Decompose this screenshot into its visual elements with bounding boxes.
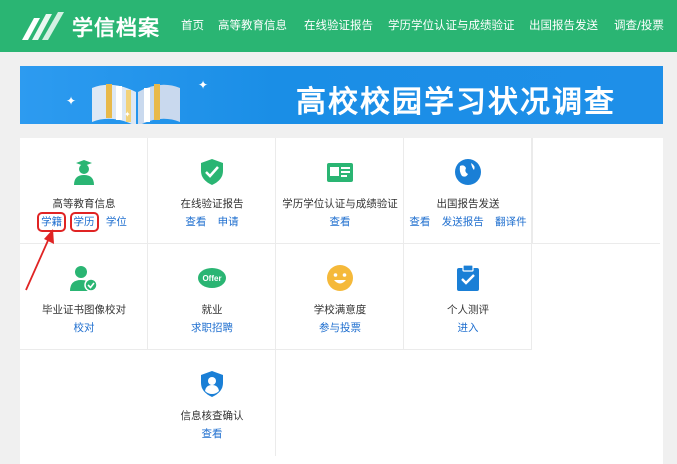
nav-abroad-report[interactable]: 出国报告发送 — [529, 17, 598, 33]
card-links: 求职招聘 — [148, 320, 276, 335]
link-degree[interactable]: 学位 — [106, 216, 127, 228]
card-links: 校对 — [20, 320, 148, 335]
card-links: 查看 — [276, 214, 404, 229]
link-apply[interactable]: 申请 — [218, 216, 239, 228]
card-abroad-report: 出国报告发送 查看 发送报告 翻译件 — [404, 138, 532, 244]
link-student-status[interactable]: 学籍 — [37, 212, 67, 232]
nav-home[interactable]: 首页 — [181, 17, 204, 33]
link-view[interactable]: 查看 — [330, 216, 351, 228]
globe-icon — [454, 159, 481, 185]
card-links: 进入 — [404, 320, 532, 335]
link-job-search[interactable]: 求职招聘 — [191, 322, 233, 334]
card-employment: Offer 就业 求职招聘 — [148, 244, 276, 350]
card-links: 查看 申请 — [148, 214, 276, 229]
card-links: 查看 发送报告 翻译件 — [404, 214, 532, 229]
survey-banner[interactable]: ✦ ✦ ✦ 高校校园学习状况调查 — [20, 66, 663, 124]
card-online-report: 在线验证报告 查看 申请 — [148, 138, 276, 244]
nav-higher-education[interactable]: 高等教育信息 — [218, 17, 287, 33]
top-header: 学信档案 首页 高等教育信息 在线验证报告 学历学位认证与成绩验证 出国报告发送… — [0, 0, 677, 52]
card-title: 毕业证书图像校对 — [42, 304, 126, 316]
link-proofread[interactable]: 校对 — [74, 322, 95, 334]
card-personal-assessment: 个人测评 进入 — [404, 244, 532, 350]
annotation-arrow-icon — [25, 229, 54, 291]
card-links: 学籍 学历 学位 — [20, 212, 148, 232]
service-grid: 高等教育信息 学籍 学历 学位 在线验证报告 查看 申请 学历学位认证与成绩验证… — [20, 138, 663, 464]
link-send-report[interactable]: 发送报告 — [442, 216, 484, 228]
card-title: 就业 — [201, 304, 223, 316]
banner-title: 高校校园学习状况调查 — [296, 85, 616, 120]
svg-text:Offer: Offer — [202, 274, 221, 283]
offer-icon: Offer — [197, 268, 226, 288]
smile-icon — [326, 265, 353, 291]
logo-icon — [22, 12, 64, 40]
sparkle-icon: ✦ — [198, 78, 209, 92]
card-title: 个人测评 — [447, 304, 489, 316]
card-title: 学校满意度 — [313, 304, 367, 316]
link-view[interactable]: 查看 — [185, 216, 206, 228]
sparkle-icon: ✦ — [124, 110, 131, 119]
card-info-verification: 信息核查确认 查看 — [148, 350, 276, 456]
user-check-icon — [69, 266, 98, 292]
card-links: 参与投票 — [276, 320, 404, 335]
sparkle-icon: ✦ — [66, 94, 77, 108]
card-title: 信息核查确认 — [180, 410, 244, 422]
user-shield-icon — [200, 371, 223, 397]
card-title: 在线验证报告 — [180, 198, 244, 210]
nav-certification[interactable]: 学历学位认证与成绩验证 — [388, 17, 515, 33]
card-certification: 学历学位认证与成绩验证 查看 — [276, 138, 404, 244]
link-view[interactable]: 查看 — [409, 216, 430, 228]
link-translation[interactable]: 翻译件 — [495, 216, 527, 228]
brand-title: 学信档案 — [72, 16, 160, 40]
nav-online-report[interactable]: 在线验证报告 — [304, 17, 373, 33]
card-title: 学历学位认证与成绩验证 — [282, 198, 398, 210]
card-links: 查看 — [148, 426, 276, 441]
id-card-icon — [326, 163, 353, 182]
link-degree-record[interactable]: 学历 — [69, 212, 99, 232]
link-vote[interactable]: 参与投票 — [319, 322, 361, 334]
nav-survey[interactable]: 调查/投票 — [614, 17, 664, 33]
book-icon — [92, 84, 180, 124]
clipboard-check-icon — [456, 264, 479, 291]
graduate-icon — [73, 160, 94, 185]
card-title: 高等教育信息 — [52, 198, 116, 210]
card-satisfaction: 学校满意度 参与投票 — [276, 244, 404, 350]
card-empty — [532, 138, 660, 244]
link-view[interactable]: 查看 — [202, 428, 223, 440]
link-enter[interactable]: 进入 — [458, 322, 479, 334]
card-title: 出国报告发送 — [436, 198, 500, 210]
shield-check-icon — [200, 159, 223, 185]
